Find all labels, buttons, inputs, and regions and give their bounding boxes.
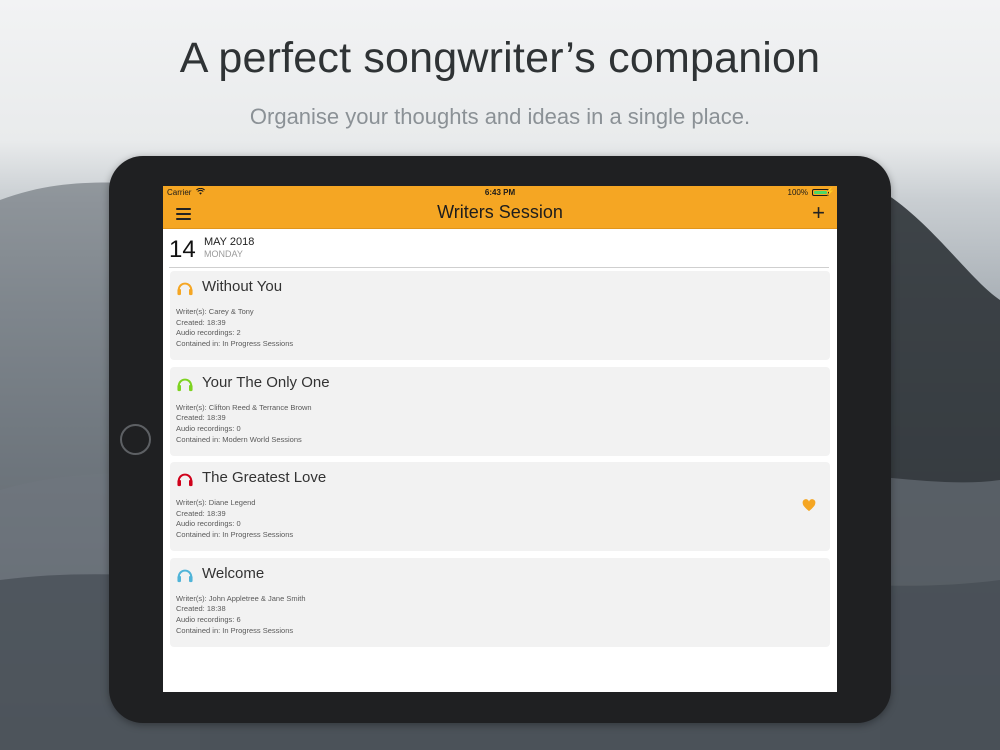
session-writers: Writer(s): Diane Legend: [176, 498, 256, 507]
session-created: Created: 18:38: [176, 604, 226, 614]
session-card-your-the-only-one[interactable]: Your The Only One Writer(s): Clifton Ree…: [170, 366, 830, 456]
session-details: Writer(s): John Appletree & Jane Smith C…: [176, 594, 306, 637]
session-audio-count: Audio recordings: 0: [176, 519, 241, 529]
session-contained-in: Contained in: In Progress Sessions: [176, 530, 294, 540]
nav-title: Writers Session: [437, 202, 563, 222]
add-session-button[interactable]: +: [812, 201, 825, 225]
session-details: Writer(s): Carey & Tony Created: 18:39 A…: [176, 307, 293, 350]
session-audio-count: Audio recordings: 0: [176, 423, 241, 433]
session-writers: Writer(s): Carey & Tony: [176, 307, 254, 316]
status-bar: Carrier 6:43 PM 100% ⚡: [163, 186, 837, 199]
app-screen: Carrier 6:43 PM 100% ⚡ Writers Session +…: [163, 186, 837, 692]
date-month-year: MAY 2018: [204, 236, 255, 248]
date-header: 14 MAY 2018 MONDAY: [169, 236, 829, 268]
session-details: Writer(s): Diane Legend Created: 18:39 A…: [176, 498, 293, 541]
headphones-icon: [177, 473, 193, 487]
session-created: Created: 18:39: [176, 508, 226, 518]
session-audio-count: Audio recordings: 6: [176, 614, 241, 624]
session-card-welcome[interactable]: Welcome Writer(s): John Appletree & Jane…: [170, 557, 830, 647]
session-title: Welcome: [202, 564, 265, 582]
date-weekday: MONDAY: [204, 249, 243, 259]
promo-title: A perfect songwriter’s companion: [179, 34, 821, 82]
session-title: Without You: [202, 278, 283, 295]
home-button[interactable]: [120, 424, 151, 455]
session-card-without-you[interactable]: Without You Writer(s): Carey & Tony Crea…: [170, 271, 830, 360]
session-contained-in: Contained in: In Progress Sessions: [176, 625, 294, 635]
status-time: 6:43 PM: [484, 188, 516, 197]
session-title: The Greatest Love: [202, 469, 327, 486]
session-audio-count: Audio recordings: 2: [176, 328, 241, 338]
session-writers: Writer(s): John Appletree & Jane Smith: [176, 593, 306, 603]
battery-percent: 100%: [787, 188, 808, 197]
session-created: Created: 18:39: [176, 413, 226, 423]
promo-subtitle: Organise your thoughts and ideas in a si…: [249, 104, 751, 129]
session-contained-in: Contained in: In Progress Sessions: [176, 339, 294, 349]
session-details: Writer(s): Clifton Reed & Terrance Brown…: [176, 403, 312, 446]
favorite-heart-icon[interactable]: [802, 499, 816, 512]
headphones-icon: [177, 569, 193, 582]
date-day: 14: [169, 236, 196, 263]
session-contained-in: Contained in: Modern World Sessions: [176, 434, 302, 444]
headphones-icon: [177, 282, 193, 296]
session-card-the-greatest-love[interactable]: The Greatest Love Writer(s): Diane Legen…: [170, 462, 830, 551]
charging-icon: ⚡: [825, 187, 835, 196]
session-list: Without You Writer(s): Carey & Tony Crea…: [170, 271, 830, 653]
session-title: Your The Only One: [202, 373, 330, 391]
headphones-icon: [177, 378, 193, 391]
navigation-bar: Writers Session +: [163, 199, 837, 229]
session-writers: Writer(s): Clifton Reed & Terrance Brown: [176, 402, 312, 412]
session-created: Created: 18:39: [176, 317, 226, 327]
